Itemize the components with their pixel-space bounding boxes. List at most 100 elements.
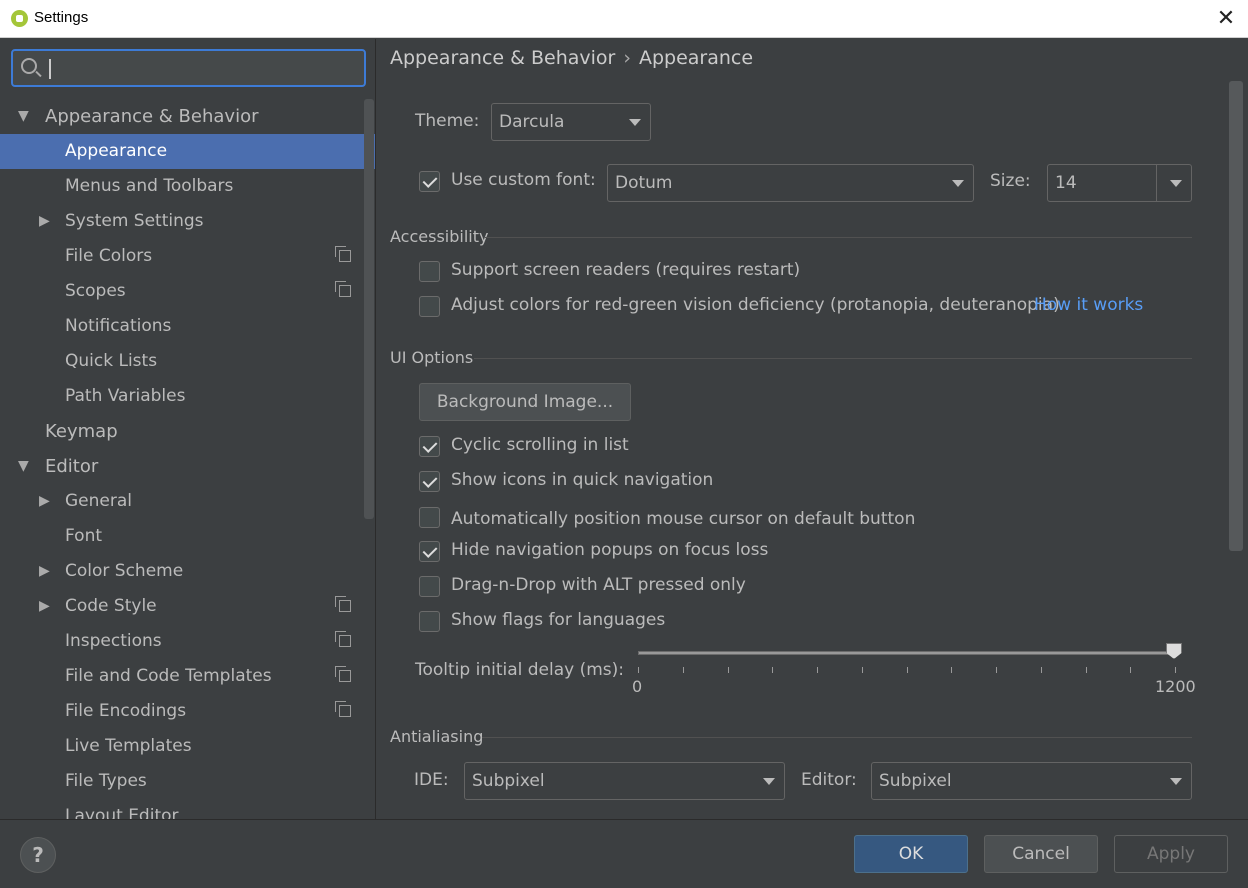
tree-item-color-scheme[interactable]: ▶ Color Scheme bbox=[0, 554, 375, 589]
tree-item-system-settings[interactable]: ▶ System Settings bbox=[0, 204, 375, 239]
tree-item-inspections[interactable]: Inspections bbox=[0, 624, 375, 659]
slider-tick bbox=[1175, 667, 1176, 673]
tree-item-file-encodings[interactable]: File Encodings bbox=[0, 694, 375, 729]
tree-item-label: Live Templates bbox=[65, 736, 192, 756]
sidebar-scrollbar[interactable] bbox=[364, 99, 374, 519]
font-size-combo[interactable]: 14 bbox=[1047, 164, 1192, 202]
tree-item-live-templates[interactable]: Live Templates bbox=[0, 729, 375, 764]
settings-sidebar: ▼ Appearance & Behavior Appearance Menus… bbox=[0, 39, 376, 819]
ide-antialiasing-dropdown[interactable]: Subpixel bbox=[464, 762, 785, 800]
option-label: Automatically position mouse cursor on d… bbox=[451, 509, 916, 529]
breadcrumb-parent: Appearance & Behavior bbox=[390, 47, 616, 69]
text-caret bbox=[49, 59, 51, 79]
content-scrollbar[interactable] bbox=[1229, 81, 1243, 551]
tree-item-notifications[interactable]: Notifications bbox=[0, 309, 375, 344]
background-image-button[interactable]: Background Image... bbox=[419, 383, 631, 421]
search-input[interactable] bbox=[11, 49, 366, 87]
color-deficiency-checkbox[interactable] bbox=[419, 296, 440, 317]
ok-button[interactable]: OK bbox=[854, 835, 968, 873]
theme-label: Theme: bbox=[415, 111, 480, 131]
chevron-down-icon bbox=[1170, 180, 1182, 187]
accessibility-section-title: Accessibility bbox=[390, 227, 489, 246]
close-icon[interactable]: ✕ bbox=[1206, 4, 1246, 34]
project-scope-icon bbox=[335, 281, 351, 297]
tree-item-general[interactable]: ▶ General bbox=[0, 484, 375, 519]
font-size-value: 14 bbox=[1055, 173, 1077, 193]
slider-tick bbox=[996, 667, 997, 673]
tree-item-label: Quick Lists bbox=[65, 351, 158, 371]
window-title: Settings bbox=[34, 9, 89, 26]
tree-item-editor[interactable]: ▼ Editor bbox=[0, 449, 375, 484]
tree-item-quick-lists[interactable]: Quick Lists bbox=[0, 344, 375, 379]
tree-item-label: Editor bbox=[45, 456, 99, 477]
settings-content: Appearance & Behavior › Appearance Theme: … bbox=[377, 39, 1248, 819]
tooltip-delay-slider[interactable] bbox=[638, 651, 1176, 655]
font-value: Dotum bbox=[615, 173, 673, 193]
apply-button[interactable]: Apply bbox=[1114, 835, 1228, 873]
tree-item-label: File and Code Templates bbox=[65, 666, 272, 686]
slider-thumb[interactable] bbox=[1166, 643, 1182, 659]
tree-item-layout-editor[interactable]: Layout Editor bbox=[0, 799, 375, 819]
expand-down-icon[interactable]: ▼ bbox=[18, 99, 29, 134]
help-button[interactable]: ? bbox=[20, 837, 56, 873]
antialiasing-section-title: Antialiasing bbox=[390, 727, 484, 746]
cancel-button[interactable]: Cancel bbox=[984, 835, 1098, 873]
tree-item-file-code-templates[interactable]: File and Code Templates bbox=[0, 659, 375, 694]
slider-tick bbox=[1040, 667, 1042, 673]
slider-tick bbox=[727, 667, 729, 673]
slider-tick bbox=[861, 667, 863, 673]
expand-down-icon[interactable]: ▼ bbox=[18, 449, 29, 484]
tree-item-label: File Types bbox=[65, 771, 147, 791]
tree-item-file-colors[interactable]: File Colors bbox=[0, 239, 375, 274]
tree-item-label: System Settings bbox=[65, 211, 204, 231]
tree-item-label: Keymap bbox=[45, 421, 118, 442]
color-deficiency-label: Adjust colors for red-green vision defic… bbox=[451, 295, 1060, 315]
theme-dropdown[interactable]: Darcula bbox=[491, 103, 651, 141]
tree-item-label: Layout Editor bbox=[65, 806, 179, 819]
option-label: Cyclic scrolling in list bbox=[451, 435, 629, 455]
tree-item-appearance[interactable]: Appearance bbox=[0, 134, 375, 169]
screen-readers-checkbox[interactable] bbox=[419, 261, 440, 282]
show-flags-checkbox[interactable] bbox=[419, 611, 440, 632]
slider-tick bbox=[817, 667, 818, 673]
tree-item-label: Code Style bbox=[65, 596, 157, 616]
expand-right-icon[interactable]: ▶ bbox=[39, 554, 50, 589]
ide-antialiasing-label: IDE: bbox=[414, 770, 449, 790]
divider bbox=[485, 237, 1192, 238]
slider-tick bbox=[638, 667, 639, 673]
cyclic-scrolling-checkbox[interactable] bbox=[419, 436, 440, 457]
tree-item-menus-toolbars[interactable]: Menus and Toolbars bbox=[0, 169, 375, 204]
tree-item-appearance-behavior[interactable]: ▼ Appearance & Behavior bbox=[0, 99, 375, 134]
tree-item-label: Menus and Toolbars bbox=[65, 176, 234, 196]
how-it-works-link[interactable]: How it works bbox=[1034, 295, 1143, 315]
tree-item-font[interactable]: Font bbox=[0, 519, 375, 554]
tree-item-label: Appearance bbox=[65, 141, 168, 161]
expand-right-icon[interactable]: ▶ bbox=[39, 589, 50, 624]
option-label: Drag-n-Drop with ALT pressed only bbox=[451, 575, 746, 595]
divider bbox=[474, 358, 1192, 359]
show-icons-checkbox[interactable] bbox=[419, 471, 440, 492]
font-dropdown[interactable]: Dotum bbox=[607, 164, 974, 202]
tree-item-file-types[interactable]: File Types bbox=[0, 764, 375, 799]
tree-item-code-style[interactable]: ▶ Code Style bbox=[0, 589, 375, 624]
expand-right-icon[interactable]: ▶ bbox=[39, 484, 50, 519]
chevron-down-icon bbox=[629, 119, 641, 126]
editor-antialiasing-dropdown[interactable]: Subpixel bbox=[871, 762, 1192, 800]
tree-item-keymap[interactable]: Keymap bbox=[0, 414, 375, 449]
tree-item-path-variables[interactable]: Path Variables bbox=[0, 379, 375, 414]
tree-item-label: Inspections bbox=[65, 631, 162, 651]
tree-item-label: File Encodings bbox=[65, 701, 187, 721]
auto-position-cursor-checkbox[interactable] bbox=[419, 507, 440, 528]
breadcrumb-separator: › bbox=[623, 47, 631, 69]
font-size-label: Size: bbox=[990, 171, 1031, 191]
drag-n-drop-checkbox[interactable] bbox=[419, 576, 440, 597]
dialog-button-bar: ? OK Cancel Apply bbox=[0, 819, 1248, 888]
option-label: Hide navigation popups on focus loss bbox=[451, 540, 769, 560]
use-custom-font-checkbox[interactable] bbox=[419, 171, 440, 192]
tree-item-label: Path Variables bbox=[65, 386, 186, 406]
tree-item-scopes[interactable]: Scopes bbox=[0, 274, 375, 309]
title-bar: Settings ✕ bbox=[0, 0, 1248, 38]
chevron-down-icon bbox=[1170, 778, 1182, 785]
hide-popups-checkbox[interactable] bbox=[419, 541, 440, 562]
expand-right-icon[interactable]: ▶ bbox=[39, 204, 50, 239]
